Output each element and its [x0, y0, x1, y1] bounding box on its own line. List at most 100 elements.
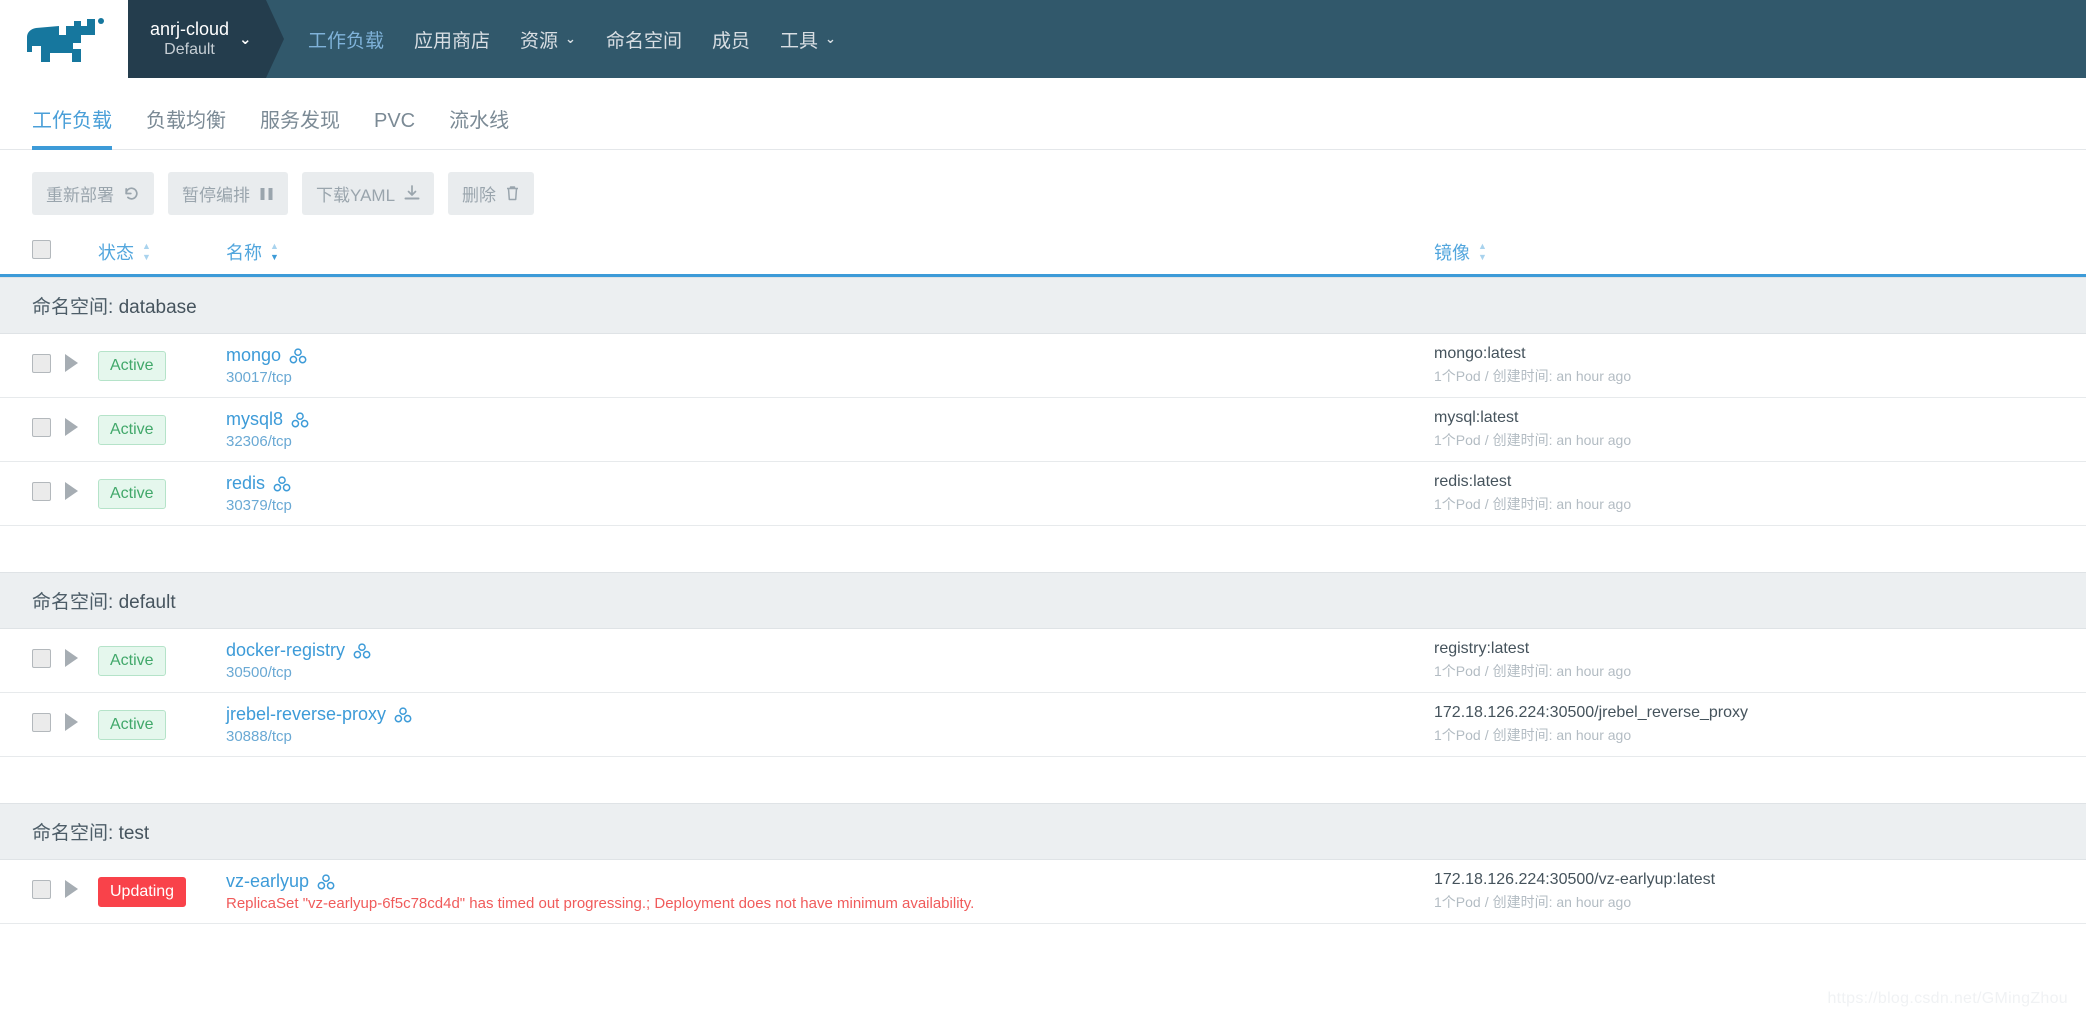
trash-icon	[505, 185, 520, 202]
chevron-down-icon: ⌄	[239, 31, 252, 48]
image-name: mysql:latest	[1434, 409, 1519, 426]
image-name: registry:latest	[1434, 640, 1530, 657]
tab-service-discovery[interactable]: 服务发现	[260, 104, 340, 150]
workload-name-link[interactable]: redis	[226, 473, 265, 494]
chevron-up-icon: ▲	[270, 240, 279, 251]
pause-icon	[259, 186, 274, 202]
redeploy-label: 重新部署	[46, 186, 114, 205]
pause-orchestration-button[interactable]: 暂停编排	[168, 172, 288, 215]
created-label: 创建时间:	[1492, 894, 1553, 910]
row-expand-icon[interactable]	[65, 354, 78, 372]
nav-item-resources[interactable]: 资源 ⌄	[520, 26, 576, 53]
workload-name-link[interactable]: vz-earlyup	[226, 871, 309, 892]
sort-toggle-icon[interactable]: ▲ ▼	[142, 240, 151, 262]
tab-label: 负载均衡	[146, 110, 226, 132]
delete-button[interactable]: 删除	[448, 172, 535, 215]
row-expand-icon[interactable]	[65, 418, 78, 436]
tab-workloads[interactable]: 工作负载	[32, 104, 112, 150]
workload-name-link[interactable]: jrebel-reverse-proxy	[226, 704, 386, 725]
row-expand-icon[interactable]	[65, 649, 78, 667]
tab-pvc[interactable]: PVC	[374, 110, 415, 150]
tab-load-balancing[interactable]: 负载均衡	[146, 104, 226, 150]
nav-item-members[interactable]: 成员	[712, 26, 750, 53]
namespace-name: default	[118, 592, 176, 613]
sort-toggle-icon[interactable]: ▲ ▼	[270, 240, 279, 262]
row-select-checkbox[interactable]	[32, 879, 51, 899]
workload-ports: 30500/tcp	[226, 664, 292, 681]
sort-toggle-icon[interactable]: ▲ ▼	[1478, 240, 1487, 262]
image-meta: 1个Pod / 创建时间: an hour ago	[1434, 366, 2054, 386]
created-label: 创建时间:	[1492, 496, 1553, 512]
row-select-checkbox[interactable]	[32, 353, 51, 373]
nav-item-app-store[interactable]: 应用商店	[414, 26, 490, 53]
namespace-prefix-label: 命名空间:	[32, 592, 114, 613]
row-expand-icon[interactable]	[65, 713, 78, 731]
table-row[interactable]: Active redis 30379/tcp redis:latest 1个Po…	[0, 462, 2086, 526]
workload-name-link[interactable]: mysql8	[226, 409, 283, 430]
workload-type-icon	[353, 642, 371, 658]
nav-item-workloads[interactable]: 工作负载	[308, 26, 384, 53]
image-column-header[interactable]: 镜像 ▲ ▼	[1434, 239, 1487, 265]
status-badge: Active	[98, 414, 166, 445]
nav-item-tools[interactable]: 工具 ⌄	[780, 26, 836, 53]
image-name: 172.18.126.224:30500/vz-earlyup:latest	[1434, 871, 1716, 888]
pod-count: 1个Pod	[1434, 727, 1481, 743]
tab-pipeline[interactable]: 流水线	[449, 104, 509, 150]
workload-error-message: ReplicaSet "vz-earlyup-6f5c78cd4d" has t…	[226, 895, 975, 912]
cluster-name: anrj-cloud	[150, 18, 230, 39]
created-label: 创建时间:	[1492, 663, 1553, 679]
redeploy-button[interactable]: 重新部署	[32, 172, 154, 215]
watermark-text: https://blog.csdn.net/GMingZhou	[1827, 990, 2068, 1007]
project-name: Default	[164, 41, 215, 59]
pod-count: 1个Pod	[1434, 496, 1481, 512]
workload-ports: 30888/tcp	[226, 728, 292, 745]
namespace-group-header: 命名空间: test	[0, 803, 2086, 860]
image-name: mongo:latest	[1434, 345, 1526, 362]
meta-separator: /	[1484, 432, 1489, 448]
namespace-group-header: 命名空间: database	[0, 277, 2086, 334]
image-meta: 1个Pod / 创建时间: an hour ago	[1434, 494, 2054, 514]
table-row[interactable]: Active docker-registry 30500/tcp registr…	[0, 629, 2086, 693]
rancher-cow-logo-icon	[27, 18, 104, 62]
created-value: an hour ago	[1556, 894, 1632, 910]
chevron-up-icon: ▲	[1478, 240, 1487, 251]
workload-ports: 30017/tcp	[226, 369, 292, 386]
tab-label: 服务发现	[260, 110, 340, 132]
workload-type-icon	[273, 475, 291, 491]
select-all-checkbox[interactable]	[32, 239, 51, 259]
row-select-checkbox[interactable]	[32, 417, 51, 437]
delete-label: 删除	[462, 186, 497, 205]
image-name: 172.18.126.224:30500/jrebel_reverse_prox…	[1434, 704, 1749, 721]
row-select-checkbox[interactable]	[32, 712, 51, 732]
namespace-group-header: 命名空间: default	[0, 572, 2086, 629]
status-badge: Active	[98, 478, 166, 509]
table-header-row: 状态 ▲ ▼ 名称 ▲ ▼ 镜像 ▲ ▼	[0, 229, 2086, 277]
created-value: an hour ago	[1556, 496, 1632, 512]
workload-name-link[interactable]: docker-registry	[226, 640, 345, 661]
row-select-checkbox[interactable]	[32, 648, 51, 668]
row-select-checkbox[interactable]	[32, 481, 51, 501]
nav-item-label: 应用商店	[414, 30, 491, 52]
row-expand-icon[interactable]	[65, 880, 78, 898]
name-column-label: 名称	[226, 242, 262, 263]
table-row[interactable]: Active jrebel-reverse-proxy 30888/tcp 17…	[0, 693, 2086, 757]
download-yaml-button[interactable]: 下载YAML	[302, 172, 435, 215]
state-column-header[interactable]: 状态 ▲ ▼	[98, 239, 151, 265]
table-row[interactable]: Updating vz-earlyup ReplicaSet "vz-early…	[0, 860, 2086, 924]
brand-logo[interactable]	[0, 0, 128, 78]
created-value: an hour ago	[1556, 432, 1632, 448]
chevron-up-icon: ▲	[142, 240, 151, 251]
workload-type-icon	[291, 411, 309, 427]
name-column-header[interactable]: 名称 ▲ ▼	[226, 239, 279, 265]
image-column-label: 镜像	[1434, 242, 1470, 263]
cluster-project-text: anrj-cloud Default	[150, 18, 229, 61]
table-row[interactable]: Active mongo 30017/tcp mongo:latest 1个Po…	[0, 334, 2086, 398]
chevron-down-icon: ⌄	[565, 31, 576, 46]
row-expand-icon[interactable]	[65, 482, 78, 500]
cluster-project-selector[interactable]: anrj-cloud Default ⌄	[128, 0, 284, 78]
namespace-name: database	[118, 297, 197, 318]
table-row[interactable]: Active mysql8 32306/tcp mysql:latest 1个P…	[0, 398, 2086, 462]
workload-name-link[interactable]: mongo	[226, 345, 281, 366]
nav-item-namespaces[interactable]: 命名空间	[606, 26, 682, 53]
workload-ports: 30379/tcp	[226, 497, 292, 514]
